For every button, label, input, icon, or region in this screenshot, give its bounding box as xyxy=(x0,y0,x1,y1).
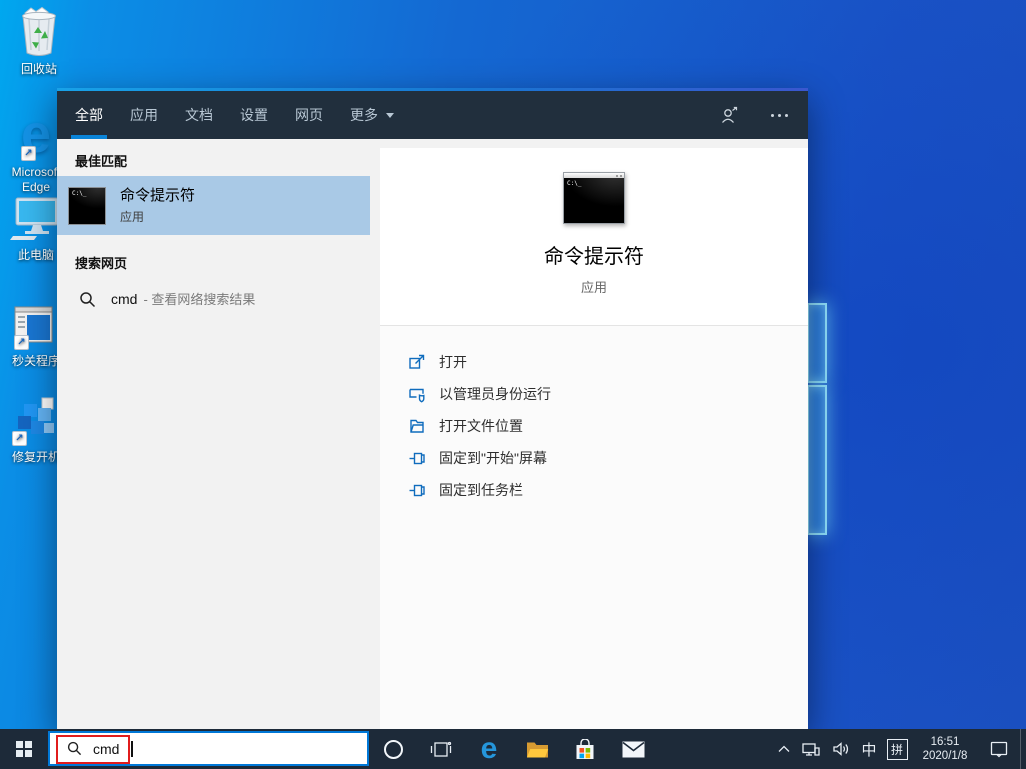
tab-all[interactable]: 全部 xyxy=(71,91,107,139)
cubes-icon: ↗ xyxy=(12,396,60,447)
pin-icon xyxy=(409,484,425,497)
more-options-icon[interactable] xyxy=(766,102,792,128)
chevron-down-icon xyxy=(386,112,394,118)
desktop-icon-label: 回收站 xyxy=(20,62,57,76)
shortcut-arrow-icon: ↗ xyxy=(14,335,29,350)
action-center-icon xyxy=(990,741,1008,757)
shortcut-arrow-icon: ↗ xyxy=(20,146,36,161)
launch-icon xyxy=(409,354,425,369)
folder-location-icon xyxy=(410,419,424,433)
mail-button[interactable] xyxy=(609,729,657,769)
clock-time: 16:51 xyxy=(930,736,960,748)
app-window-icon: ↗ xyxy=(14,306,58,351)
web-search-result[interactable]: cmd - 查看网络搜索结果 xyxy=(57,278,370,320)
action-pin-to-taskbar[interactable]: 固定到任务栏 xyxy=(408,474,808,506)
preview-title: 命令提示符 xyxy=(544,246,644,268)
tab-settings[interactable]: 设置 xyxy=(240,91,268,139)
ime-language-indicator[interactable]: 中 xyxy=(856,729,882,769)
action-open-file-location[interactable]: 打开文件位置 xyxy=(408,410,808,442)
show-desktop-button[interactable] xyxy=(1020,729,1026,769)
action-pin-to-start[interactable]: 固定到"开始"屏幕 xyxy=(408,442,808,474)
search-preview-pane: C:\_ 命令提示符 应用 打开 以管理员身份运行 打开文件位置 固定到"开始"… xyxy=(370,139,808,729)
clock-date: 2020/1/8 xyxy=(922,750,968,762)
tray-hidden-icons-chevron[interactable] xyxy=(772,729,796,769)
edge-icon: e ↗ xyxy=(20,104,52,164)
volume-icon[interactable] xyxy=(826,729,856,769)
desktop-icon-label: 秒关程序 xyxy=(11,354,60,368)
file-explorer-button[interactable] xyxy=(513,729,561,769)
text-cursor xyxy=(131,740,133,757)
tab-more[interactable]: 更多 xyxy=(350,91,394,139)
task-view-icon xyxy=(430,741,452,757)
action-center-button[interactable] xyxy=(978,729,1020,769)
cortana-icon xyxy=(383,739,403,759)
desktop-icon-label: 此电脑 xyxy=(17,248,54,262)
web-query-hint: - 查看网络搜索结果 xyxy=(143,292,256,307)
search-icon xyxy=(67,741,82,756)
cmd-icon: C:\_ xyxy=(68,186,106,225)
pin-icon xyxy=(409,452,425,465)
desktop-icon-label: 修复开机 xyxy=(11,450,60,464)
web-search-header: 搜索网页 xyxy=(75,256,128,271)
tab-web[interactable]: 网页 xyxy=(295,91,323,139)
this-pc-icon xyxy=(10,196,62,245)
search-filter-bar: 全部 应用 文档 设置 网页 更多 xyxy=(57,88,808,139)
search-header-actions xyxy=(716,91,792,139)
taskbar-search-box[interactable]: cmd xyxy=(48,731,369,766)
shortcut-arrow-icon: ↗ xyxy=(12,431,27,446)
wallpaper-logo-pane xyxy=(807,385,827,535)
file-explorer-icon xyxy=(526,742,548,758)
tab-documents[interactable]: 文档 xyxy=(185,91,213,139)
cortana-button[interactable] xyxy=(369,729,417,769)
result-command-prompt[interactable]: C:\_ 命令提示符 应用 xyxy=(57,176,370,235)
action-open[interactable]: 打开 xyxy=(408,346,808,378)
wallpaper-logo-pane xyxy=(807,303,827,383)
edge-taskbar-button[interactable]: e xyxy=(465,729,513,769)
search-flyout-panel: 全部 应用 文档 设置 网页 更多 最佳匹配 C:\_ 命令提示符 应用 搜索网… xyxy=(57,88,808,729)
ime-mode-indicator[interactable]: 拼 xyxy=(882,729,912,769)
recycle-bin-icon xyxy=(16,6,62,59)
search-icon xyxy=(80,291,96,307)
result-title: 命令提示符 xyxy=(120,187,196,205)
web-query: cmd xyxy=(111,291,138,307)
network-icon[interactable] xyxy=(796,729,826,769)
preview-actions: 打开 以管理员身份运行 打开文件位置 固定到"开始"屏幕 固定到任务栏 xyxy=(380,325,808,729)
mail-icon xyxy=(622,741,644,757)
windows-logo-icon xyxy=(16,741,32,757)
preview-subtitle: 应用 xyxy=(580,280,607,295)
system-tray: 中 拼 16:51 2020/1/8 xyxy=(772,729,1026,769)
start-button[interactable] xyxy=(0,729,48,769)
result-subtitle: 应用 xyxy=(120,209,145,224)
tab-apps[interactable]: 应用 xyxy=(130,91,158,139)
taskbar: cmd e 中 拼 16:51 2020/1/8 xyxy=(0,729,1026,769)
cmd-icon-large: C:\_ xyxy=(563,172,625,224)
search-filter-tabs: 全部 应用 文档 设置 网页 更多 xyxy=(57,88,394,139)
admin-shield-icon xyxy=(409,388,425,403)
desktop-icon-recycle-bin[interactable]: 回收站 xyxy=(1,6,77,77)
search-input-value: cmd xyxy=(93,740,120,757)
account-feedback-icon[interactable] xyxy=(716,102,742,128)
action-run-as-admin[interactable]: 以管理员身份运行 xyxy=(408,378,808,410)
best-match-header: 最佳匹配 xyxy=(75,154,128,169)
clock[interactable]: 16:51 2020/1/8 xyxy=(912,729,978,769)
search-results-list: 最佳匹配 C:\_ 命令提示符 应用 搜索网页 cmd - 查看网络搜索结果 xyxy=(57,139,370,729)
microsoft-store-button[interactable] xyxy=(561,729,609,769)
edge-icon: e xyxy=(480,732,498,765)
preview-card: C:\_ 命令提示符 应用 xyxy=(380,148,808,325)
store-icon xyxy=(576,738,594,759)
task-view-button[interactable] xyxy=(417,729,465,769)
